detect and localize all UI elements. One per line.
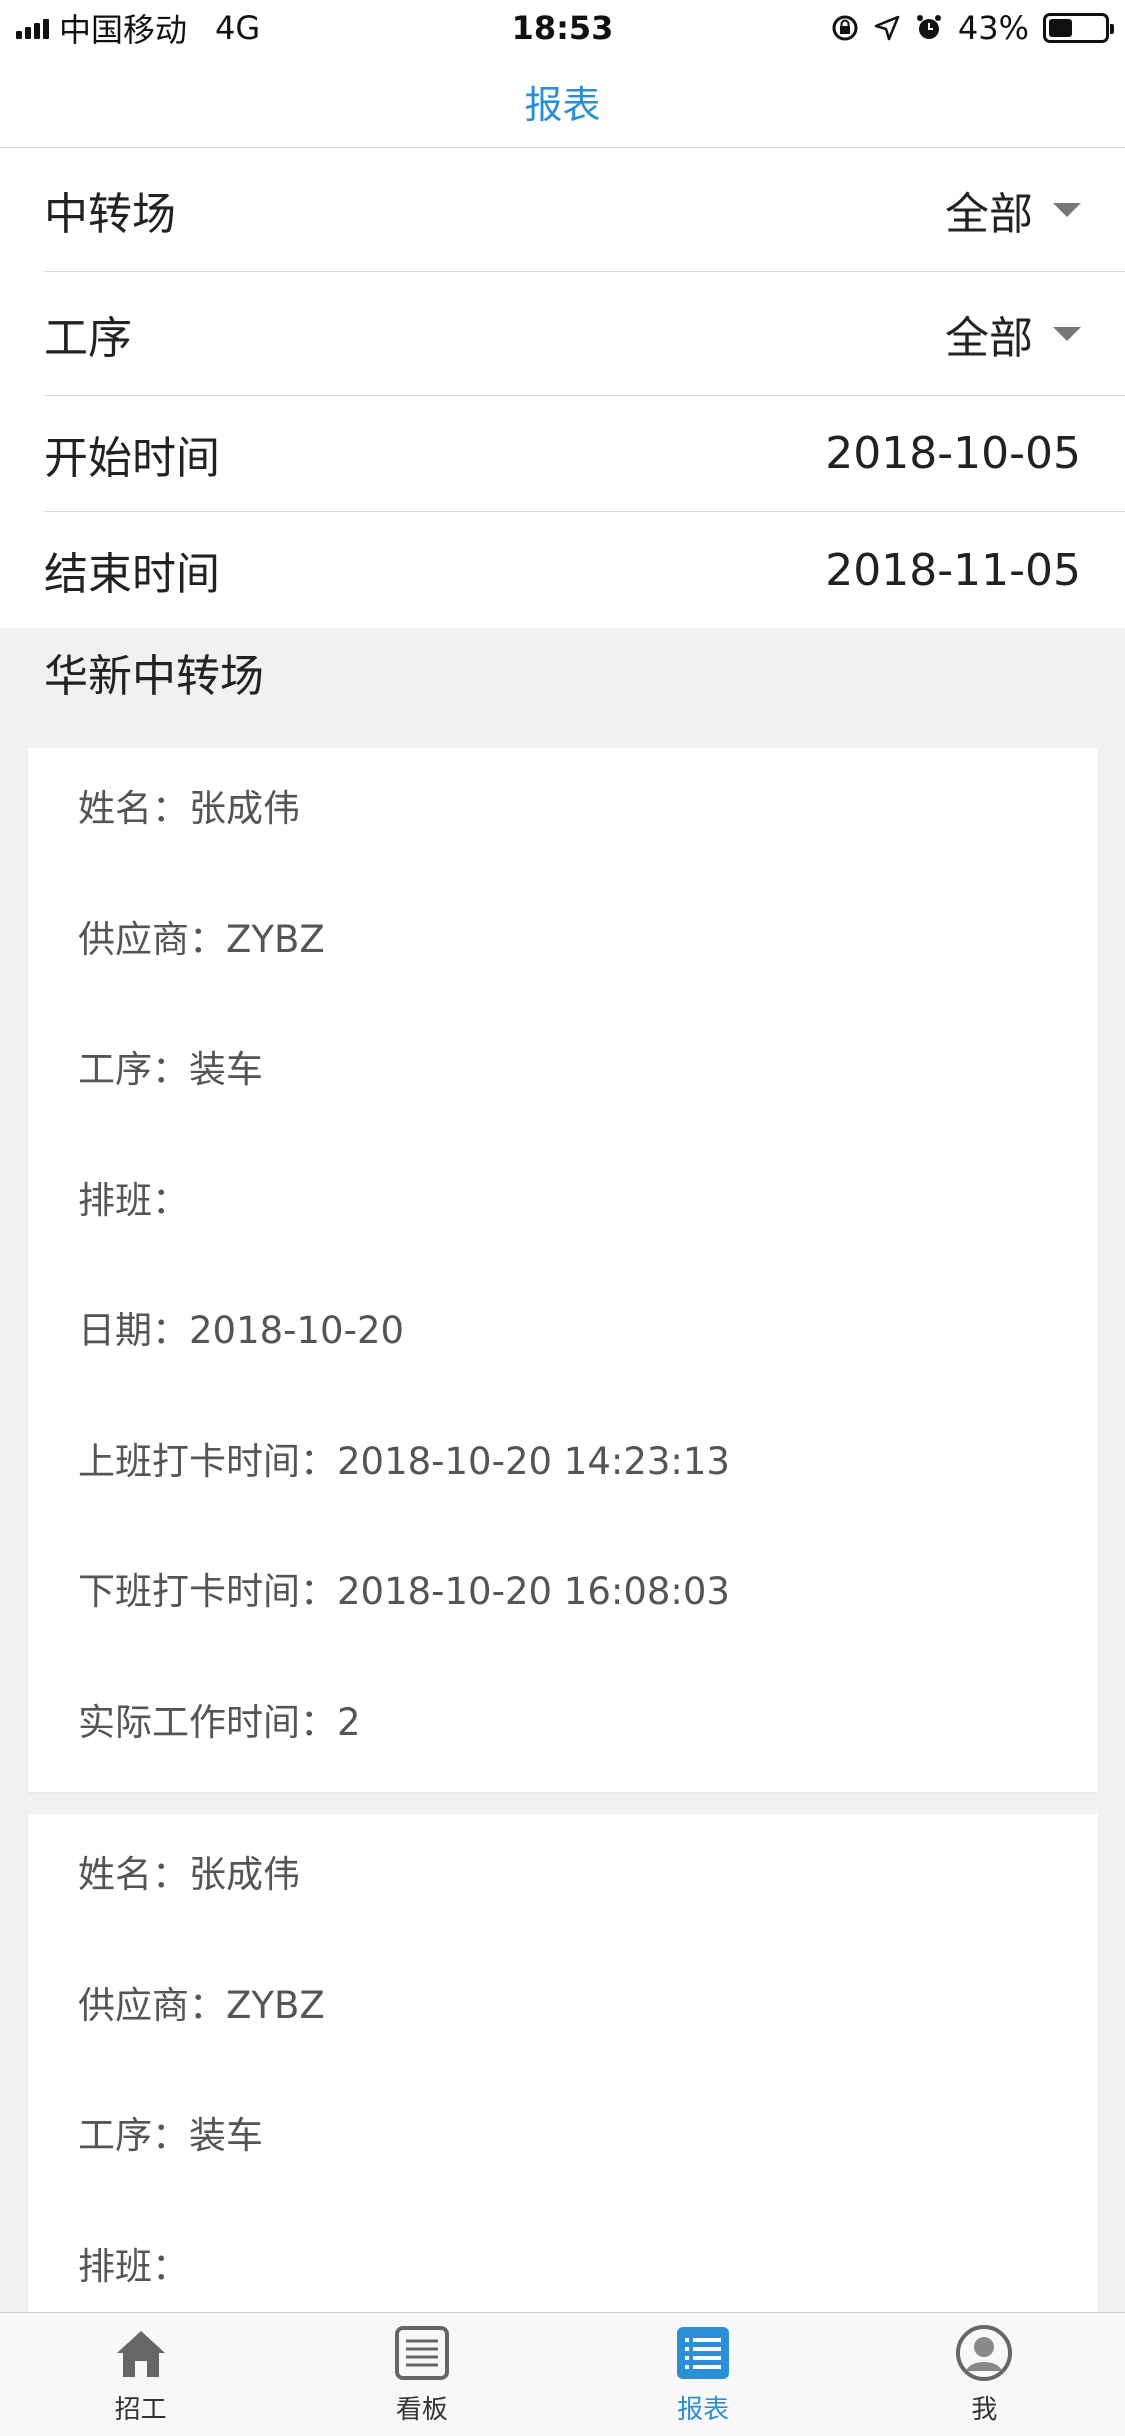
tab-label: 招工 [114, 2395, 167, 2425]
status-left: 中国移动 4G [16, 5, 436, 51]
section-title: 华新中转场 [44, 651, 264, 702]
app-root: 中国移动 4G 18:53 43% 报表 中转场 全部 工序 全部 开始时间 2… [0, 0, 1125, 2436]
battery-icon [1043, 13, 1114, 43]
tab-board[interactable]: 看板 [322, 2323, 522, 2426]
list-icon [394, 2326, 449, 2380]
location-icon [874, 15, 900, 41]
page-title: 报表 [524, 83, 601, 127]
filter-value[interactable]: 全部 [945, 178, 1081, 242]
filter-label: 中转场 [44, 188, 176, 240]
rotation-lock-icon [832, 15, 858, 41]
filter-transfer-site[interactable]: 中转场 全部 [44, 148, 1125, 272]
tab-me[interactable]: 我 [884, 2323, 1084, 2426]
record-list: 姓名：张成伟 供应商：ZYBZ 工序：装车 排班： 日期：2018-10-20 … [28, 748, 1098, 2436]
tab-label: 我 [971, 2395, 998, 2425]
carrier-label: 中国移动 [59, 11, 188, 49]
filter-label: 工序 [44, 312, 132, 364]
battery-fill [1049, 19, 1073, 37]
tab-recruit[interactable]: 招工 [41, 2323, 241, 2426]
filter-start-date[interactable]: 开始时间 2018-10-05 [44, 396, 1125, 512]
record-name: 姓名：张成伟 [78, 787, 300, 830]
filter-value-text: 全部 [945, 312, 1033, 364]
filter-label: 结束时间 [44, 549, 220, 600]
start-date-value[interactable]: 2018-10-05 [825, 428, 1081, 479]
record-date: 日期：2018-10-20 [78, 1309, 405, 1352]
home-icon [116, 2331, 165, 2377]
end-date-value[interactable]: 2018-11-05 [825, 545, 1081, 596]
record-supplier: 供应商：ZYBZ [78, 917, 325, 961]
clock: 18:53 [511, 9, 614, 47]
record-card[interactable]: 姓名：张成伟 供应商：ZYBZ 工序：装车 排班： 日期：2018-10-20 … [28, 748, 1098, 1792]
network-label: 4G [215, 9, 261, 47]
filter-label: 开始时间 [44, 432, 220, 484]
alarm-icon [916, 15, 941, 39]
tab-label: 报表 [677, 2395, 730, 2425]
tab-label: 看板 [395, 2395, 448, 2425]
filter-list: 中转场 全部 工序 全部 开始时间 2018-10-05 结束时间 2018-1… [0, 148, 1125, 628]
battery-percent: 43% [957, 9, 1029, 47]
record-clock-in: 上班打卡时间：2018-10-20 14:23:13 [78, 1439, 730, 1483]
record-process: 工序：装车 [78, 2114, 263, 2157]
nav-bar: 报表 [0, 56, 1125, 148]
tab-bar: 招工 看板 报表 我 [0, 2312, 1125, 2436]
tab-report[interactable]: 报表 [603, 2323, 803, 2426]
record-supplier: 供应商：ZYBZ [78, 1983, 325, 2027]
record-name: 姓名：张成伟 [78, 1853, 300, 1896]
filter-process[interactable]: 工序 全部 [44, 272, 1125, 396]
filter-end-date[interactable]: 结束时间 2018-11-05 [44, 512, 1125, 628]
caret-down-icon [1053, 202, 1081, 217]
user-icon [956, 2325, 1013, 2381]
status-right: 43% [689, 9, 1114, 47]
report-icon [677, 2327, 730, 2379]
record-clock-out: 下班打卡时间：2018-10-20 16:08:03 [78, 1570, 730, 1613]
signal-icon [16, 17, 49, 39]
filter-value[interactable]: 全部 [945, 302, 1081, 366]
caret-down-icon [1053, 326, 1081, 341]
filter-value-text: 全部 [945, 188, 1033, 240]
record-shift: 排班： [78, 1178, 189, 1222]
record-process: 工序：装车 [78, 1048, 263, 1091]
status-bar: 中国移动 4G 18:53 43% [0, 0, 1125, 56]
